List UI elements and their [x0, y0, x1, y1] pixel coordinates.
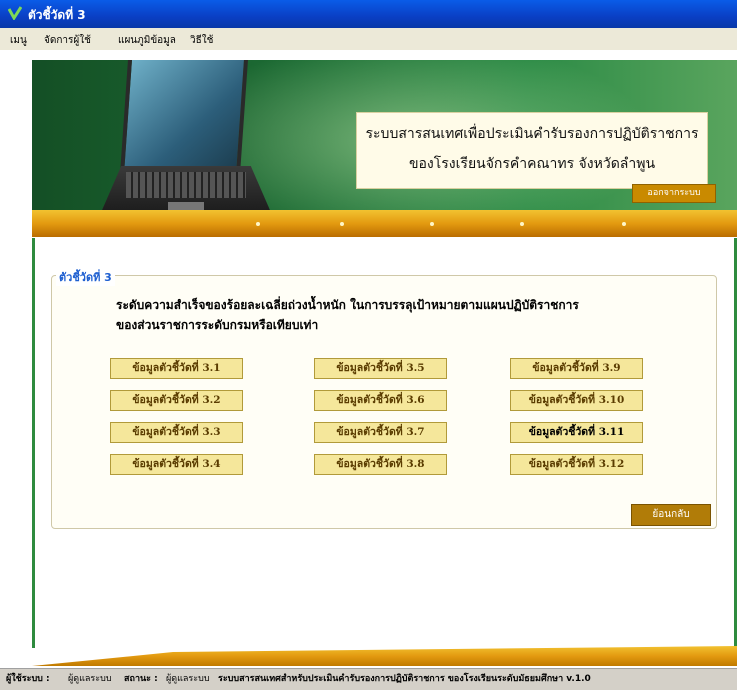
indicator-legend: ตัวชี้วัดที่ 3 — [56, 268, 115, 286]
window-title: ตัวชี้วัดที่ 3 — [28, 8, 86, 22]
logout-button[interactable]: ออกจากระบบ — [632, 184, 716, 203]
indicator-3-2-button[interactable]: ข้อมูลตัวชี้วัดที่ 3.2 — [110, 390, 243, 411]
menu-item-help[interactable]: วิธีใช้ — [190, 33, 213, 48]
back-button[interactable]: ย้อนกลับ — [631, 504, 711, 526]
indicator-3-6-button[interactable]: ข้อมูลตัวชี้วัดที่ 3.6 — [314, 390, 447, 411]
menu-item-users[interactable]: จัดการผู้ใช้ — [44, 33, 91, 48]
status-bar: ผู้ใช้ระบบ : ผู้ดูแลระบบ สถานะ : ผู้ดูแล… — [0, 668, 737, 690]
menu-bar: เมนู จัดการผู้ใช้ แผนภูมิข้อมูล วิธีใช้ — [0, 28, 737, 51]
indicator-3-7-button[interactable]: ข้อมูลตัวชี้วัดที่ 3.7 — [314, 422, 447, 443]
status-state-value: ผู้ดูแลระบบ — [166, 674, 210, 684]
header-banner: ระบบสารสนเทศเพื่อประเมินคำรับรองการปฏิบั… — [32, 60, 737, 237]
indicator-3-11-button[interactable]: ข้อมูลตัวชี้วัดที่ 3.11 — [510, 422, 643, 443]
indicator-description-line1: ระดับความสำเร็จของร้อยละเฉลี่ยถ่วงน้ำหนั… — [116, 298, 579, 312]
indicator-3-10-button[interactable]: ข้อมูลตัวชี้วัดที่ 3.10 — [510, 390, 643, 411]
indicator-3-1-button[interactable]: ข้อมูลตัวชี้วัดที่ 3.1 — [110, 358, 243, 379]
status-system-name: ระบบสารสนเทศสำหรับประเมินคำรับรองการปฏิบ… — [218, 674, 591, 684]
indicator-3-9-button[interactable]: ข้อมูลตัวชี้วัดที่ 3.9 — [510, 358, 643, 379]
status-user-value: ผู้ดูแลระบบ — [68, 674, 112, 684]
menu-item-menu[interactable]: เมนู — [10, 33, 27, 48]
indicator-3-8-button[interactable]: ข้อมูลตัวชี้วัดที่ 3.8 — [314, 454, 447, 475]
status-state-label: สถานะ : — [124, 674, 158, 684]
title-bar: ตัวชี้วัดที่ 3 — [0, 0, 737, 28]
banner-stripe — [32, 210, 737, 237]
indicator-3-12-button[interactable]: ข้อมูลตัวชี้วัดที่ 3.12 — [510, 454, 643, 475]
status-user-label: ผู้ใช้ระบบ : — [6, 674, 50, 684]
system-title-line1: ระบบสารสนเทศเพื่อประเมินคำรับรองการปฏิบั… — [365, 126, 699, 142]
laptop-image — [80, 60, 290, 224]
menu-item-charts[interactable]: แผนภูมิข้อมูล — [118, 33, 176, 48]
system-title-line2: ของโรงเรียนจักรคำคณาทร จังหวัดลำพูน — [408, 156, 656, 172]
indicator-description-line2: ของส่วนราชการระดับกรมหรือเทียบเท่า — [116, 318, 319, 332]
indicator-3-3-button[interactable]: ข้อมูลตัวชี้วัดที่ 3.3 — [110, 422, 243, 443]
app-icon — [8, 6, 22, 20]
system-title-box: ระบบสารสนเทศเพื่อประเมินคำรับรองการปฏิบั… — [356, 112, 708, 189]
indicator-3-5-button[interactable]: ข้อมูลตัวชี้วัดที่ 3.5 — [314, 358, 447, 379]
indicator-3-4-button[interactable]: ข้อมูลตัวชี้วัดที่ 3.4 — [110, 454, 243, 475]
